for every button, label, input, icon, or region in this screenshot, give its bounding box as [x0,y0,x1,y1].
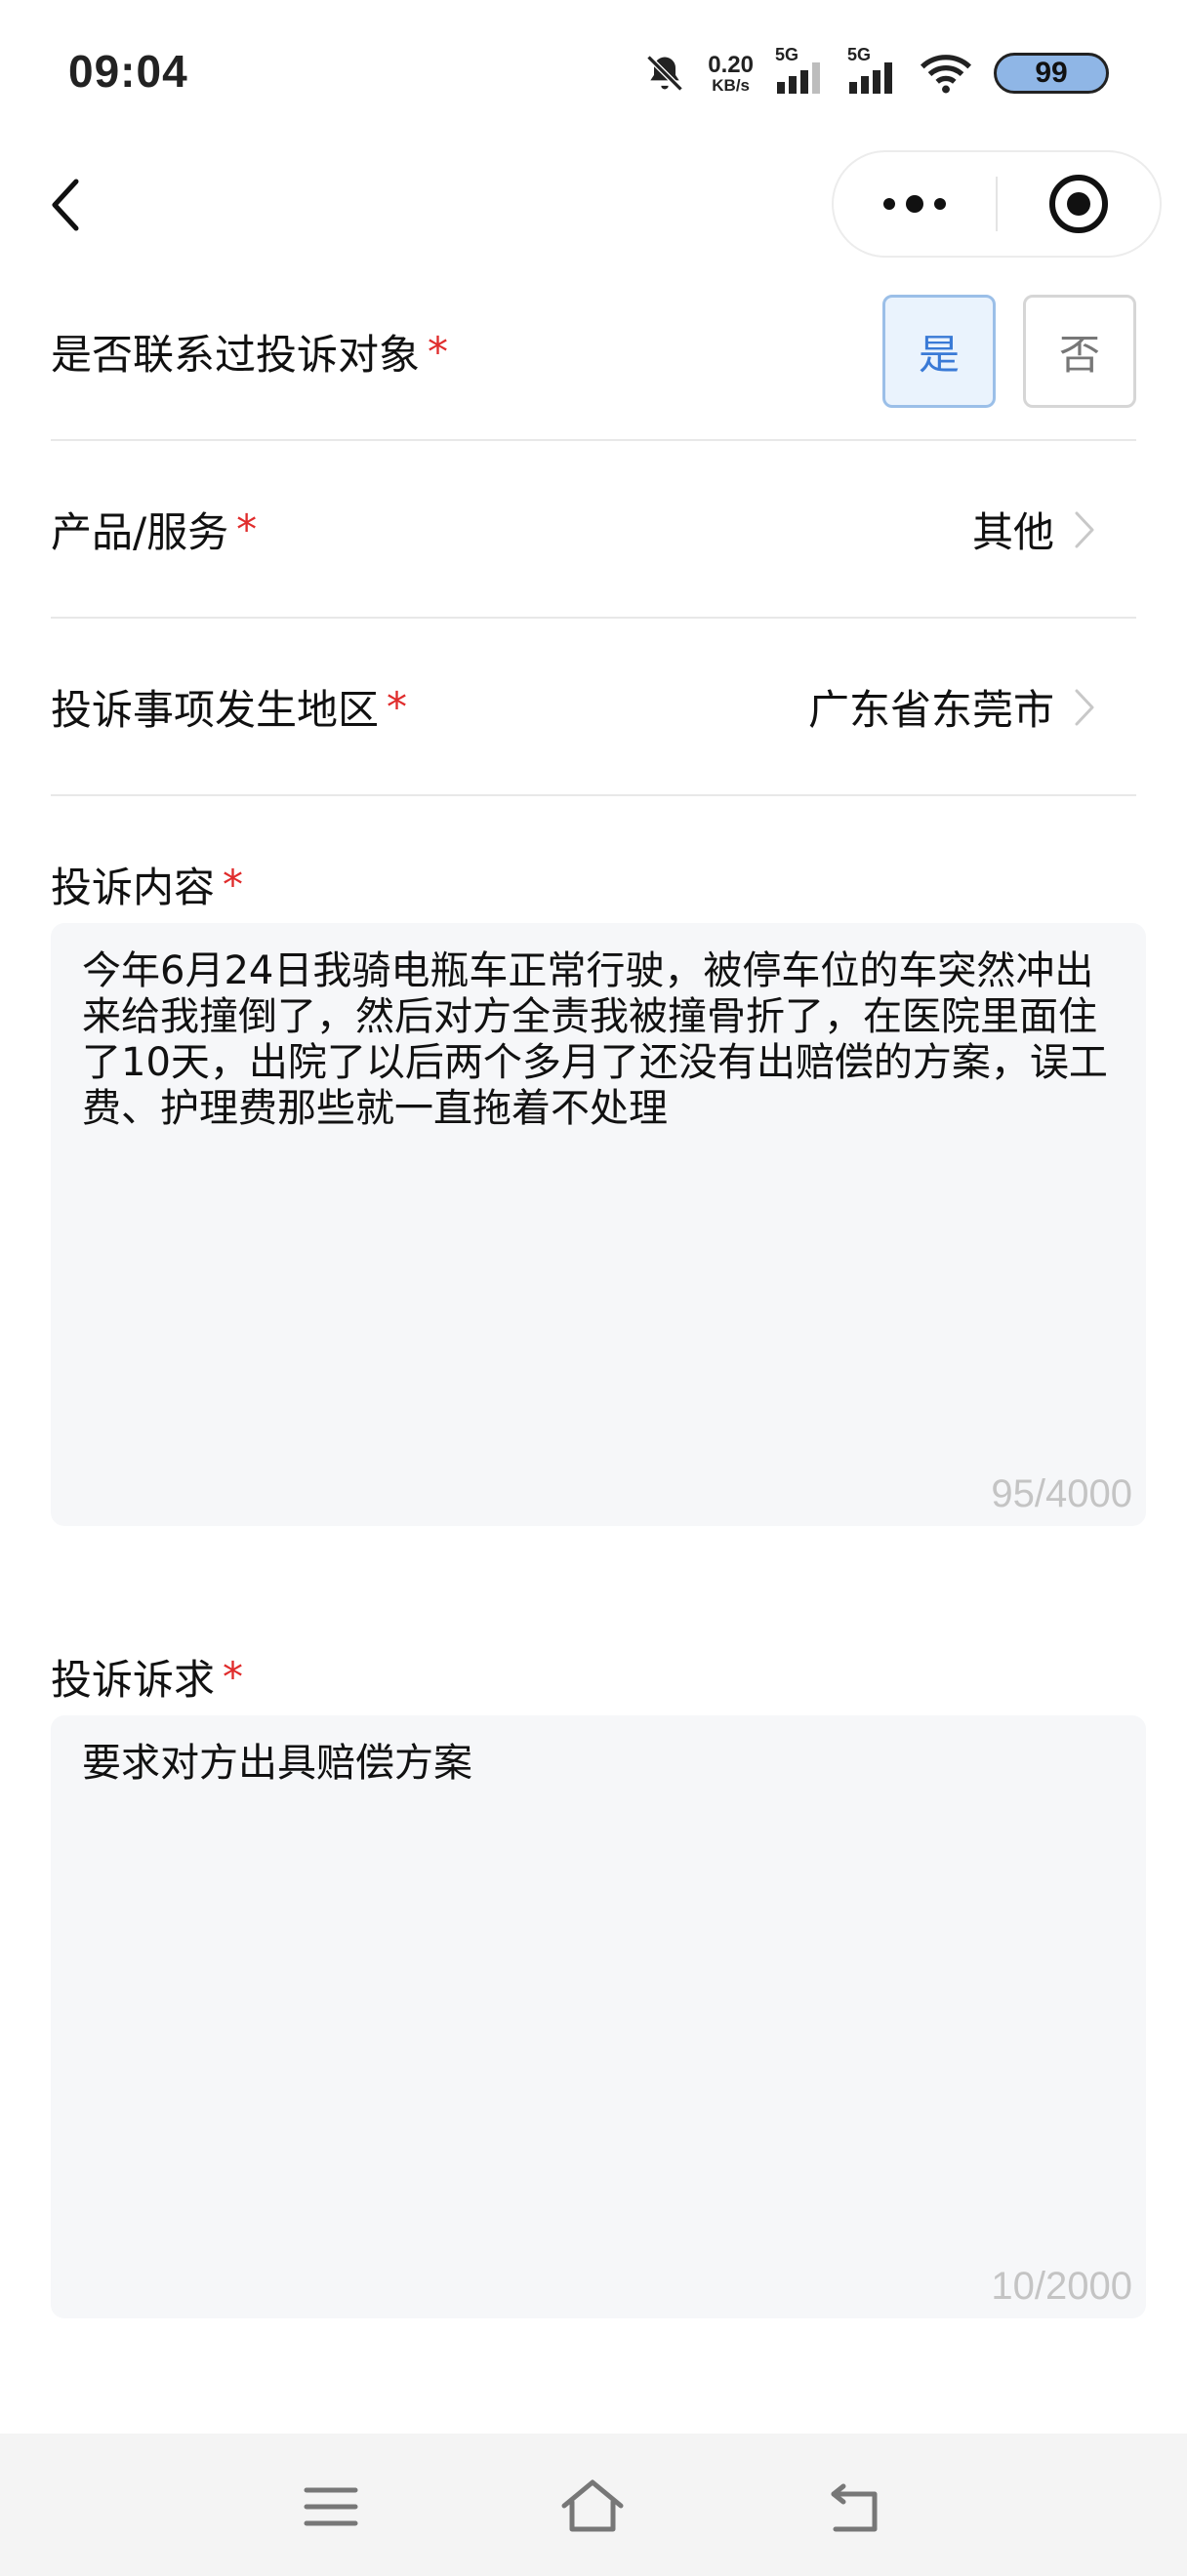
signal-sim1: 5G [775,45,826,96]
region-selector[interactable]: 广东省东莞市 [808,677,1095,737]
target-icon [1049,175,1108,233]
required-mark: * [387,683,408,731]
required-mark: * [223,861,244,908]
required-mark: * [236,505,258,553]
sim1-label: 5G [775,45,799,64]
chevron-right-icon [1075,689,1094,725]
status-icons: 0.20 KB/s 5G 5G 99 [643,45,1109,96]
region-value: 广东省东莞市 [807,686,1054,734]
divider [51,439,1136,441]
net-speed-value: 0.20 [708,51,754,78]
miniprogram-capsule [832,150,1162,258]
no-option-button[interactable]: 否 [1023,295,1136,408]
content-label: 投诉内容 * [51,855,243,914]
product-selector[interactable]: 其他 [972,500,1095,559]
divider [51,617,1136,619]
yes-option-button[interactable]: 是 [882,295,996,408]
demand-char-counter: 10/2000 [991,2265,1132,2308]
content-label-text: 投诉内容 [51,864,216,911]
close-miniprogram-button[interactable] [998,152,1160,256]
content-char-counter: 95/4000 [991,1472,1132,1515]
system-nav-bar [0,2434,1187,2576]
chevron-left-icon[interactable] [47,176,86,234]
product-value: 其他 [971,508,1054,556]
more-dots-icon [883,195,946,213]
complaint-demand-text: 要求对方出具赔偿方案 [82,1741,472,1786]
bell-off-icon [646,55,683,92]
divider [51,794,1136,796]
home-icon[interactable] [558,2473,627,2541]
required-mark: * [428,328,449,376]
signal-bars-icon [849,62,892,94]
demand-label: 投诉诉求 * [51,1647,243,1707]
net-speed: 0.20 KB/s [708,51,754,95]
menu-icon[interactable] [297,2473,365,2541]
product-label: 产品/服务 * [51,500,257,559]
product-label-text: 产品/服务 [51,508,229,556]
wifi-icon [920,55,972,94]
return-icon[interactable] [822,2473,890,2541]
contacted-label-text: 是否联系过投诉对象 [51,331,421,379]
more-button[interactable] [834,152,996,256]
complaint-demand-textarea[interactable]: 要求对方出具赔偿方案 10/2000 [51,1715,1146,2318]
region-label: 投诉事项发生地区 * [51,677,407,737]
required-mark: * [223,1653,244,1701]
signal-bars-icon [777,62,820,94]
chevron-right-icon [1075,511,1094,547]
contacted-label: 是否联系过投诉对象 * [51,322,448,382]
net-speed-unit: KB/s [712,75,750,95]
region-label-text: 投诉事项发生地区 [51,686,380,734]
sim2-label: 5G [847,45,872,64]
complaint-content-textarea[interactable]: 今年6月24日我骑电瓶车正常行驶，被停车位的车突然冲出来给我撞倒了，然后对方全责… [51,923,1146,1526]
battery-indicator: 99 [994,53,1109,94]
signal-sim2: 5G [847,45,898,96]
status-time: 09:04 [68,46,188,97]
complaint-content-text: 今年6月24日我骑电瓶车正常行驶，被停车位的车突然冲出来给我撞倒了，然后对方全责… [82,948,1108,1131]
demand-label-text: 投诉诉求 [51,1656,216,1704]
